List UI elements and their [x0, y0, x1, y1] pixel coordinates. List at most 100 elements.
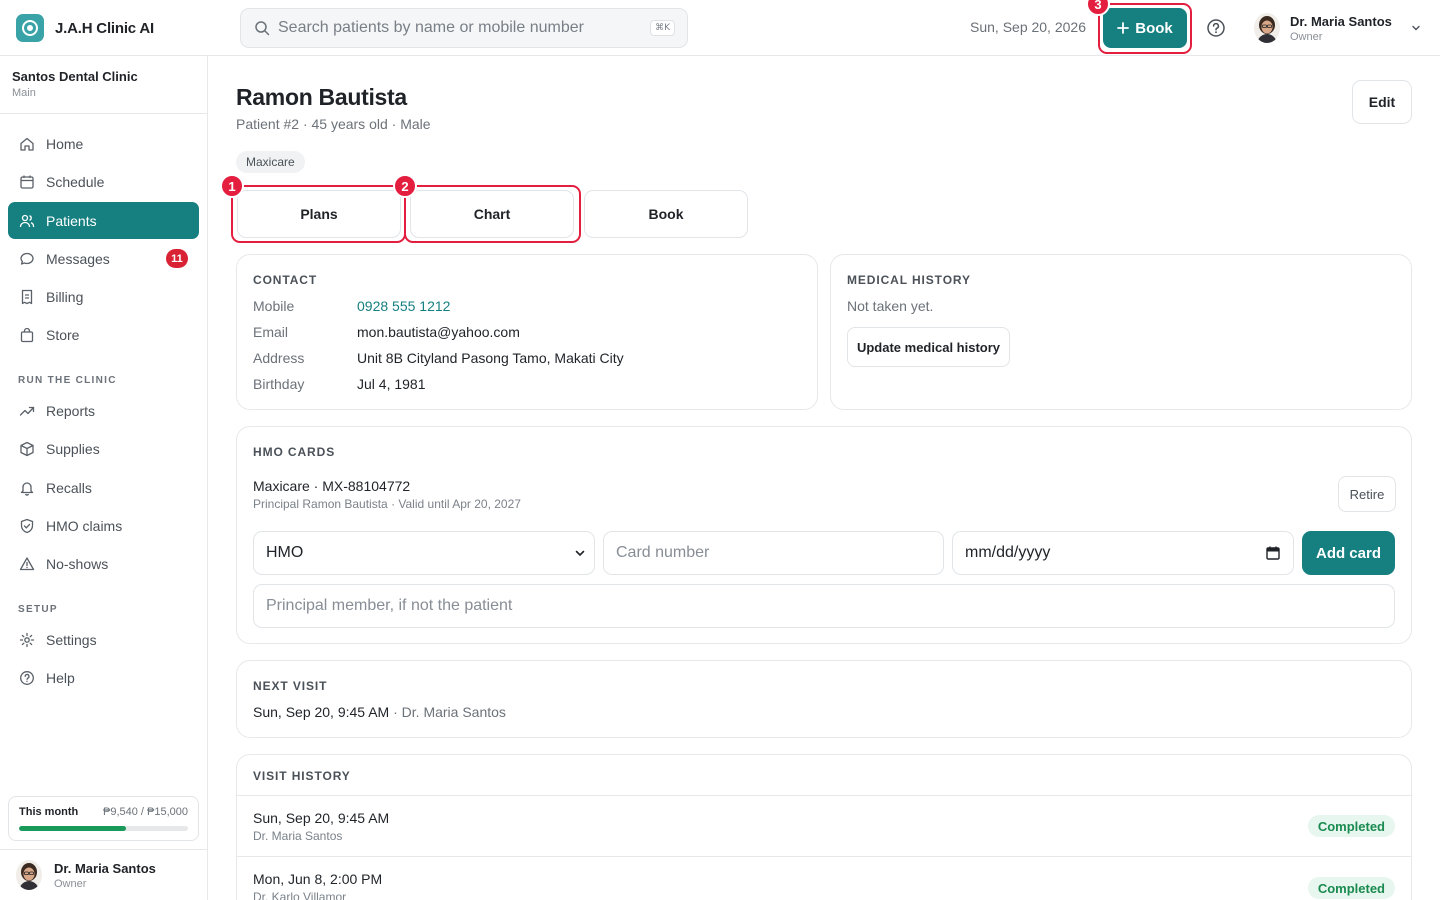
birthday-value: Jul 4, 1981: [357, 376, 426, 392]
sidebar-item-store[interactable]: Store: [8, 316, 199, 353]
update-medical-history-button[interactable]: Update medical history: [847, 327, 1010, 367]
sidebar-item-label: No-shows: [46, 555, 109, 572]
users-icon: [19, 213, 35, 229]
sidebar-item-label: Billing: [46, 288, 84, 305]
user-name: Dr. Maria Santos: [54, 860, 156, 876]
sidebar-item-recalls[interactable]: Recalls: [8, 469, 199, 506]
principal-member-field[interactable]: [253, 584, 1395, 628]
warning-icon: [19, 556, 35, 572]
card-number-field[interactable]: [603, 531, 944, 575]
gear-icon: [19, 632, 35, 648]
month-progress-track: [19, 826, 188, 831]
sidebar: Santos Dental Clinic Main Home Schedule …: [0, 56, 208, 900]
calendar-icon[interactable]: [1265, 545, 1281, 561]
hmo-card-number: Maxicare · MX-88104772: [253, 478, 411, 494]
contact-title: CONTACT: [253, 273, 318, 287]
sidebar-item-help[interactable]: Help: [8, 659, 199, 696]
hmo-type-value: HMO: [266, 544, 304, 561]
medical-history-status: Not taken yet.: [847, 298, 934, 314]
sidebar-user[interactable]: Dr. Maria Santos Owner: [0, 849, 207, 900]
shield-icon: [19, 518, 35, 534]
status-badge: Completed: [1307, 877, 1395, 899]
user-name: Dr. Maria Santos: [1290, 13, 1392, 29]
mobile-link[interactable]: 0928 555 1212: [357, 298, 450, 314]
avatar: [1254, 13, 1280, 43]
search-input[interactable]: [278, 19, 651, 37]
sidebar-item-label: Supplies: [46, 440, 100, 457]
receipt-icon: [19, 289, 35, 305]
visit-doctor: Dr. Maria Santos: [253, 829, 343, 843]
monthly-budget-card: This month ₱9,540 / ₱15,000: [8, 796, 199, 841]
sidebar-item-reports[interactable]: Reports: [8, 392, 199, 429]
sidebar-item-no-shows[interactable]: No-shows: [8, 545, 199, 582]
sidebar-item-settings[interactable]: Settings: [8, 621, 199, 658]
valid-until-field[interactable]: mm/dd/yyyy: [952, 531, 1294, 575]
principal-member-input[interactable]: [266, 597, 1382, 615]
sidebar-item-home[interactable]: Home: [8, 125, 199, 162]
help-icon: [19, 670, 35, 686]
avatar: [16, 860, 42, 890]
sidebar-item-label: Patients: [46, 212, 97, 229]
card-number-input[interactable]: [616, 544, 931, 562]
section-label-setup: SETUP: [18, 604, 58, 615]
month-label: This month: [19, 806, 79, 818]
patient-subtitle: Patient #2 · 45 years old · Male: [236, 116, 431, 132]
retire-button[interactable]: Retire: [1338, 476, 1396, 512]
bell-icon: [19, 480, 35, 496]
table-row[interactable]: Sun, Sep 20, 9:45 AM Dr. Maria Santos Co…: [237, 795, 1411, 856]
annotation-badge-2: 2: [393, 174, 417, 198]
book-visit-button[interactable]: Book: [584, 190, 748, 238]
app-name: J.A.H Clinic AI: [55, 19, 154, 37]
calendar-icon: [19, 174, 35, 190]
search-shortcut: ⌘K: [650, 20, 675, 36]
chart-button[interactable]: Chart: [410, 190, 574, 238]
box-icon: [19, 441, 35, 457]
medical-history-card: MEDICAL HISTORY Not taken yet. Update me…: [830, 254, 1412, 410]
trend-icon: [19, 403, 35, 419]
top-bar: J.A.H Clinic AI ⌘K Sun, Sep 20, 2026 Boo…: [0, 0, 1440, 56]
sidebar-item-label: Messages: [46, 250, 110, 267]
plans-button[interactable]: Plans: [237, 190, 401, 238]
hmo-cards-title: HMO CARDS: [253, 445, 336, 459]
sidebar-item-hmo-claims[interactable]: HMO claims: [8, 507, 199, 544]
help-icon[interactable]: [1206, 18, 1226, 38]
medical-history-title: MEDICAL HISTORY: [847, 273, 971, 287]
sidebar-item-messages[interactable]: Messages 11: [8, 240, 199, 277]
sidebar-item-patients[interactable]: Patients: [8, 202, 199, 239]
sidebar-item-label: HMO claims: [46, 517, 123, 534]
sidebar-item-label: Store: [46, 326, 80, 343]
next-visit-card: NEXT VISIT Sun, Sep 20, 9:45 AM · Dr. Ma…: [236, 660, 1412, 738]
next-visit-title: NEXT VISIT: [253, 679, 328, 693]
table-row[interactable]: Mon, Jun 8, 2:00 PM Dr. Karlo Villamor C…: [237, 856, 1411, 900]
contact-label: Email: [253, 324, 289, 340]
user-menu[interactable]: Dr. Maria Santos Owner: [1254, 13, 1422, 43]
chevron-down-icon: [575, 550, 585, 557]
sidebar-item-label: Schedule: [46, 173, 105, 190]
sidebar-item-label: Recalls: [46, 479, 92, 496]
sidebar-item-supplies[interactable]: Supplies: [8, 430, 199, 467]
next-visit-time: Sun, Sep 20, 9:45 AM: [253, 704, 390, 720]
hmo-card-details: Principal Ramon Bautista · Valid until A…: [253, 497, 521, 511]
chevron-down-icon: [1410, 22, 1422, 34]
search-icon: [254, 20, 270, 36]
clinic-name: Santos Dental Clinic: [12, 69, 138, 84]
sidebar-item-schedule[interactable]: Schedule: [8, 163, 199, 200]
contact-label: Mobile: [253, 298, 295, 314]
bag-icon: [19, 327, 35, 343]
book-button[interactable]: Book: [1103, 8, 1187, 48]
patient-name: Ramon Bautista: [236, 84, 407, 110]
edit-button[interactable]: Edit: [1352, 80, 1412, 124]
brand[interactable]: J.A.H Clinic AI: [16, 14, 154, 42]
user-role: Owner: [1290, 30, 1323, 43]
address-value: Unit 8B Cityland Pasong Tamo, Makati Cit…: [357, 350, 624, 366]
sidebar-item-billing[interactable]: Billing: [8, 278, 199, 315]
contact-label: Birthday: [253, 376, 305, 392]
search-bar[interactable]: ⌘K: [240, 8, 688, 48]
add-card-button[interactable]: Add card: [1302, 531, 1395, 575]
next-visit-row[interactable]: Sun, Sep 20, 9:45 AM · Dr. Maria Santos: [253, 704, 506, 720]
hmo-type-select[interactable]: HMO: [253, 531, 595, 575]
message-icon: [19, 251, 35, 267]
sidebar-item-label: Reports: [46, 402, 96, 419]
visit-time: Sun, Sep 20, 9:45 AM: [253, 810, 390, 826]
clinic-switcher[interactable]: Santos Dental Clinic Main: [0, 56, 207, 114]
